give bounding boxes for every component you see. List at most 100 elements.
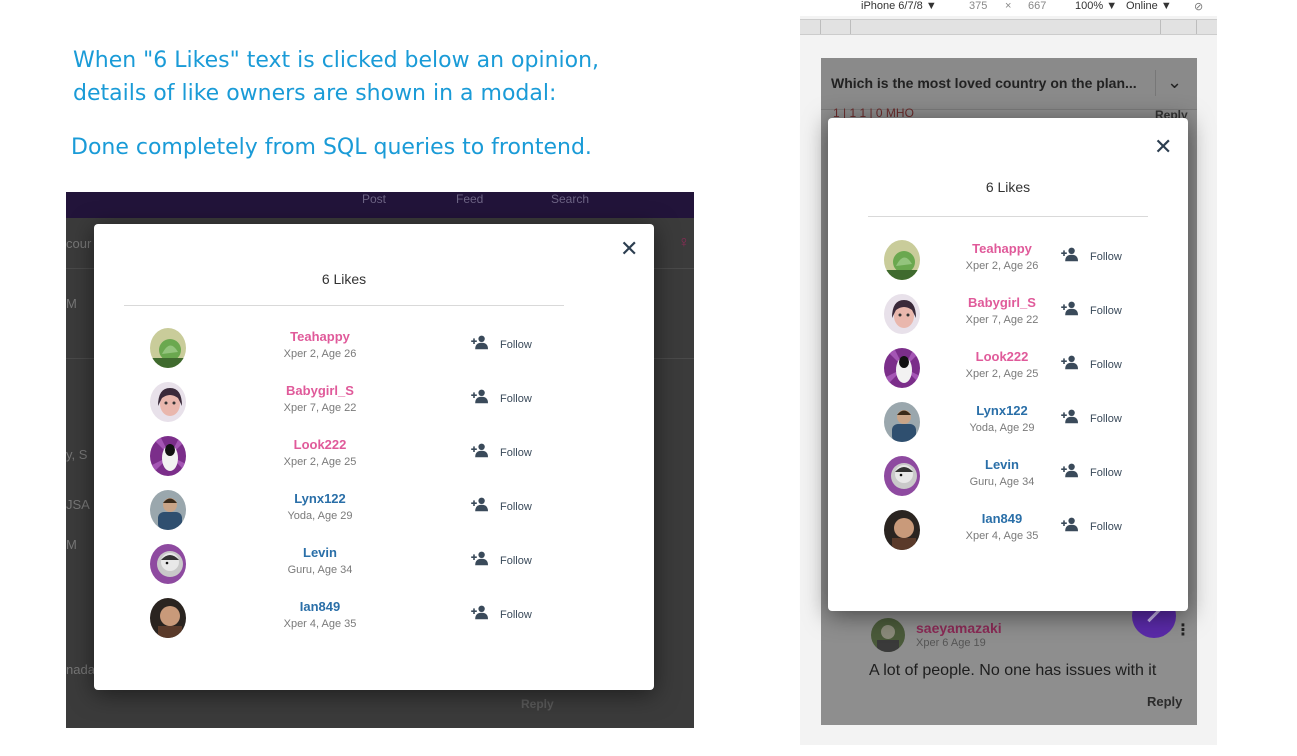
- avatar[interactable]: [150, 382, 186, 422]
- add-user-icon: [470, 334, 500, 355]
- avatar[interactable]: [150, 328, 186, 368]
- divider: [1155, 70, 1156, 96]
- ruler-tick: [820, 20, 821, 34]
- avatar[interactable]: [150, 490, 186, 530]
- device-select[interactable]: iPhone 6/7/8 ▼: [861, 0, 937, 12]
- avatar[interactable]: [884, 402, 920, 442]
- liker-row: Lynx122 Yoda, Age 29 Follow: [884, 396, 1144, 450]
- liker-row: Lynx122 Yoda, Age 29 Follow: [150, 484, 550, 538]
- add-user-icon: [1060, 516, 1090, 537]
- add-user-icon: [470, 550, 500, 571]
- times-icon: ×: [1005, 0, 1012, 12]
- divider: [124, 305, 564, 306]
- comment-text: A lot of people. No one has issues with …: [869, 662, 1157, 679]
- liker-stats: Guru, Age 34: [969, 476, 1035, 488]
- add-user-icon: [470, 604, 500, 625]
- bg-text-fragment: cour: [66, 236, 92, 251]
- follow-button[interactable]: Follow: [1060, 462, 1122, 483]
- avatar[interactable]: [150, 544, 186, 584]
- liker-username[interactable]: Babygirl_S: [250, 383, 390, 398]
- avatar[interactable]: [150, 436, 186, 476]
- liker-username[interactable]: Ian849: [250, 599, 390, 614]
- avatar[interactable]: [871, 618, 905, 652]
- bg-text-fragment: M: [66, 537, 77, 552]
- liker-row: Look222 Xper 2, Age 25 Follow: [150, 430, 550, 484]
- liker-row: Babygirl_S Xper 7, Age 22 Follow: [150, 376, 550, 430]
- follow-label: Follow: [1090, 520, 1122, 533]
- more-options-icon[interactable]: ⋮: [1175, 620, 1191, 640]
- follow-label: Follow: [1090, 250, 1122, 263]
- liker-row: Levin Guru, Age 34 Follow: [884, 450, 1144, 504]
- reply-link[interactable]: Reply: [1147, 694, 1182, 709]
- liker-stats: Xper 7, Age 22: [283, 402, 357, 414]
- avatar[interactable]: [884, 240, 920, 280]
- add-user-icon: [470, 388, 500, 409]
- liker-username[interactable]: Lynx122: [952, 403, 1052, 418]
- question-title[interactable]: Which is the most loved country on the p…: [831, 75, 1151, 91]
- bg-text-fragment: nada: [66, 662, 95, 677]
- liker-stats: Xper 2, Age 25: [965, 368, 1039, 380]
- add-user-icon: [1060, 246, 1090, 267]
- liker-username[interactable]: Look222: [952, 349, 1052, 364]
- bg-text-fragment: JSA: [66, 497, 90, 512]
- add-user-icon: [1060, 354, 1090, 375]
- liker-username[interactable]: Levin: [952, 457, 1052, 472]
- follow-button[interactable]: Follow: [1060, 300, 1122, 321]
- close-icon[interactable]: ✕: [1154, 136, 1172, 158]
- follow-button[interactable]: Follow: [1060, 246, 1122, 267]
- follow-label: Follow: [500, 446, 532, 459]
- avatar[interactable]: [884, 348, 920, 388]
- avatar[interactable]: [150, 598, 186, 638]
- network-select[interactable]: Online ▼: [1126, 0, 1172, 12]
- liker-username[interactable]: Ian849: [952, 511, 1052, 526]
- comment-author-stats: Xper 6 Age 19: [916, 637, 986, 649]
- liker-username[interactable]: Look222: [250, 437, 390, 452]
- liker-username[interactable]: Levin: [250, 545, 390, 560]
- close-icon[interactable]: ✕: [620, 238, 638, 260]
- liker-stats: Xper 4, Age 35: [283, 618, 357, 630]
- add-user-icon: [1060, 462, 1090, 483]
- viewport-height[interactable]: 667: [1028, 0, 1046, 12]
- likes-modal: ✕ 6 Likes Teahappy Xper 2, Age 26 Follow Ba…: [94, 224, 654, 690]
- viewport-width[interactable]: 375: [969, 0, 987, 12]
- reply-link[interactable]: Reply: [521, 697, 554, 711]
- liker-username[interactable]: Teahappy: [250, 329, 390, 344]
- follow-button[interactable]: Follow: [470, 442, 532, 463]
- question-header: Which is the most loved country on the p…: [821, 58, 1197, 110]
- avatar[interactable]: [884, 510, 920, 550]
- liker-username[interactable]: Teahappy: [952, 241, 1052, 256]
- caption-line-2: details of like owners are shown in a mo…: [73, 81, 557, 106]
- zoom-select[interactable]: 100% ▼: [1075, 0, 1117, 12]
- follow-button[interactable]: Follow: [470, 550, 532, 571]
- follow-button[interactable]: Follow: [470, 604, 532, 625]
- liker-row: Teahappy Xper 2, Age 26 Follow: [884, 234, 1144, 288]
- avatar[interactable]: [884, 456, 920, 496]
- chevron-down-icon[interactable]: ⌄: [1167, 72, 1182, 93]
- liker-stats: Xper 2, Age 26: [965, 260, 1039, 272]
- liker-username[interactable]: Lynx122: [250, 491, 390, 506]
- follow-button[interactable]: Follow: [1060, 516, 1122, 537]
- avatar[interactable]: [884, 294, 920, 334]
- desktop-navbar: Post Feed Search: [66, 192, 694, 218]
- follow-label: Follow: [500, 338, 532, 351]
- follow-label: Follow: [1090, 466, 1122, 479]
- liker-stats: Xper 2, Age 25: [283, 456, 357, 468]
- liker-username[interactable]: Babygirl_S: [952, 295, 1052, 310]
- follow-button[interactable]: Follow: [470, 388, 532, 409]
- rotate-icon[interactable]: ⊘: [1194, 0, 1203, 13]
- comment-author[interactable]: saeyamazaki: [916, 620, 1002, 636]
- follow-label: Follow: [500, 608, 532, 621]
- add-user-icon: [470, 496, 500, 517]
- follow-label: Follow: [1090, 304, 1122, 317]
- ruler-tick: [850, 20, 851, 34]
- follow-button[interactable]: Follow: [470, 334, 532, 355]
- nav-post[interactable]: Post: [362, 192, 386, 206]
- follow-button[interactable]: Follow: [470, 496, 532, 517]
- follow-button[interactable]: Follow: [1060, 408, 1122, 429]
- add-user-icon: [470, 442, 500, 463]
- nav-feed[interactable]: Feed: [456, 192, 483, 206]
- comment-card: saeyamazaki Xper 6 Age 19 ⋮ A lot of peo…: [857, 606, 1191, 725]
- follow-button[interactable]: Follow: [1060, 354, 1122, 375]
- nav-search[interactable]: Search: [551, 192, 589, 206]
- caption-line-1: When "6 Likes" text is clicked below an …: [73, 48, 600, 73]
